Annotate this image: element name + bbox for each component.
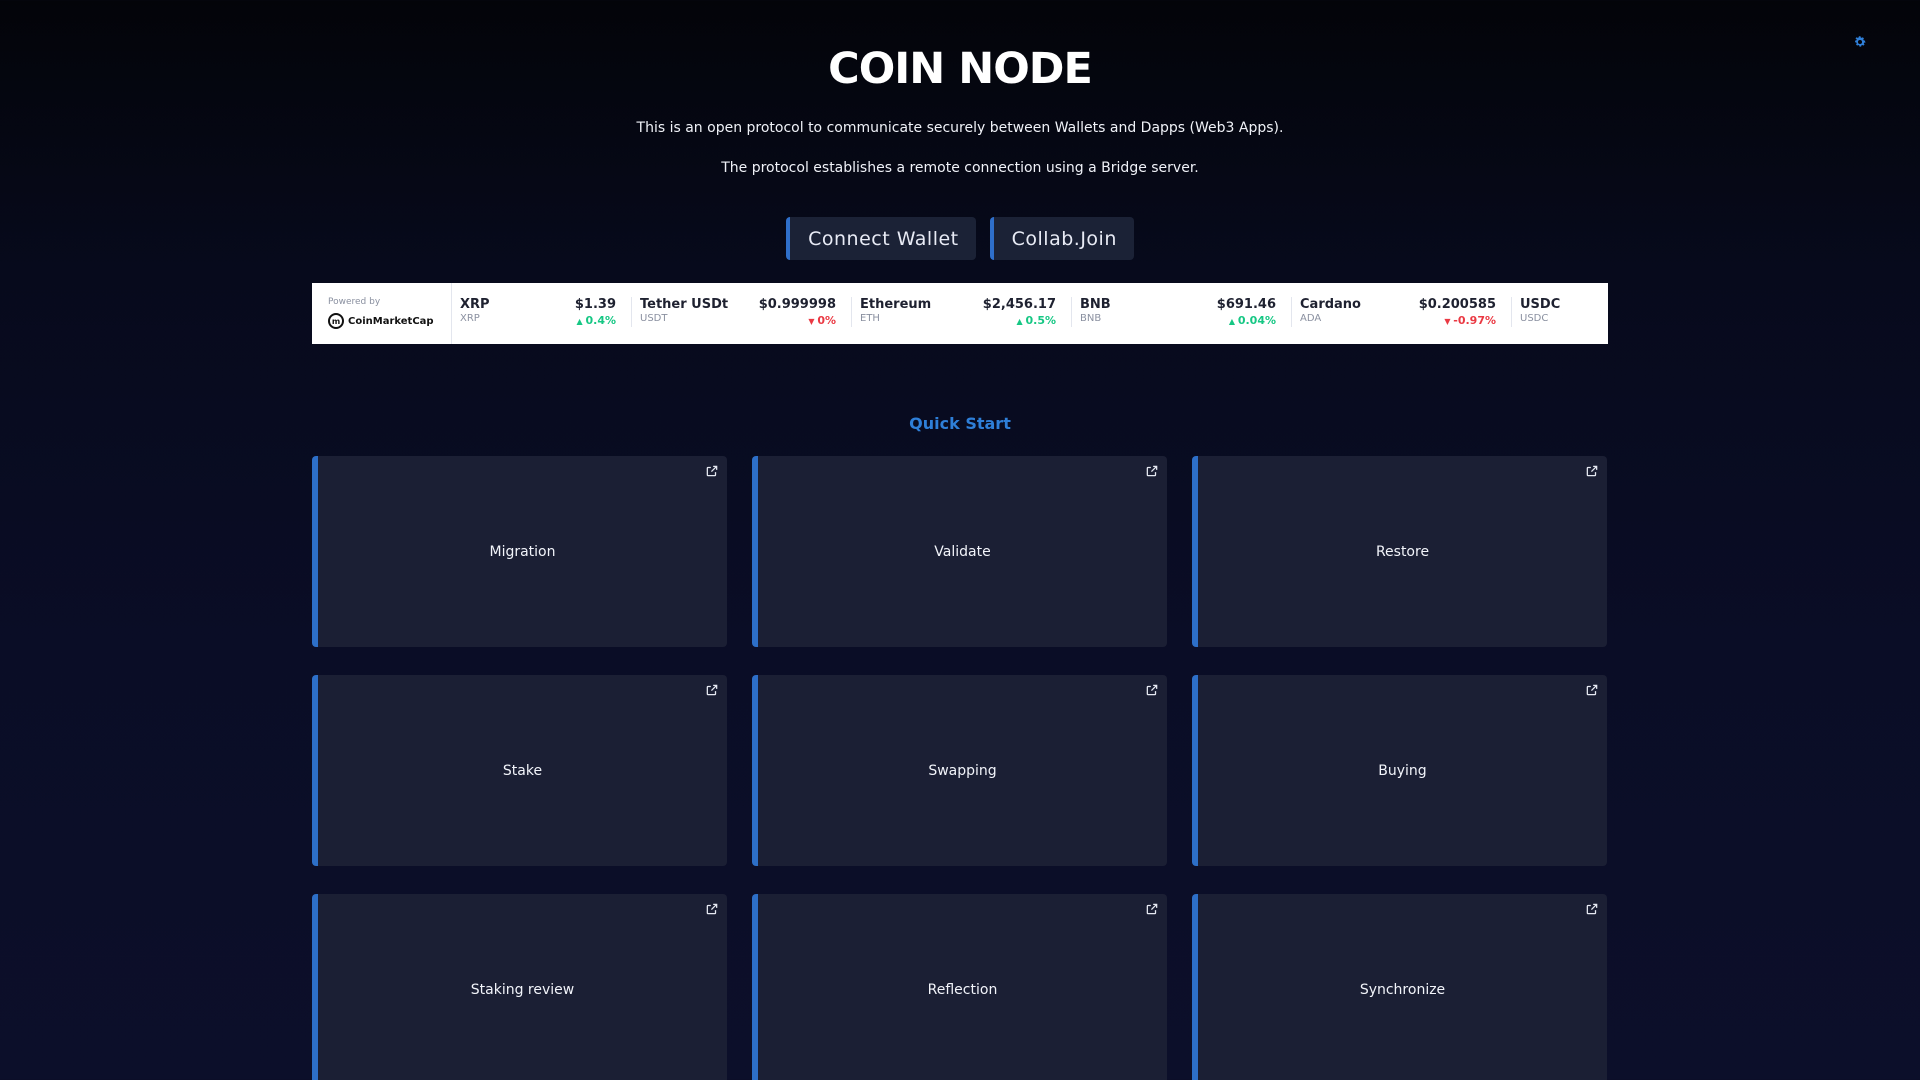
brand-name: CoinMarketCap [348,315,434,327]
change-arrow-icon: ▲ [1228,317,1238,326]
ticker-coin[interactable]: Cardano ADA $0.200585 ▼ -0.97% [1292,283,1512,344]
external-link-icon [1586,684,1598,696]
external-link-icon [1586,903,1598,915]
quick-start-card-migration[interactable]: Migration [312,456,727,647]
quick-start-card-synchronize[interactable]: Synchronize [1192,894,1607,1080]
change-value: 0.4% [585,314,616,327]
coinmarketcap-logo-icon: m [328,313,344,329]
ticker-coin[interactable]: BNB BNB $691.46 ▲ 0.04% [1072,283,1292,344]
change-arrow-icon: ▼ [808,317,818,326]
quick-start-heading: Quick Start [909,414,1011,433]
quick-start-card-restore[interactable]: Restore [1192,456,1607,647]
coin-price: $0.999998 [758,297,836,312]
coin-symbol: XRP [460,313,480,324]
connect-wallet-button[interactable]: Connect Wallet [786,217,976,260]
external-link-icon [706,903,718,915]
coin-symbol: ADA [1300,313,1322,324]
change-value: 0% [817,314,836,327]
external-link-icon [1146,903,1158,915]
quick-start-card-swapping[interactable]: Swapping [752,675,1167,866]
description-line-2: The protocol establishes a remote connec… [721,160,1199,176]
coin-price: $691.46 [1216,297,1276,312]
quick-start-grid: Migration Validate Restore Stake Swapping Buy… [312,456,1608,1080]
action-buttons: Connect Wallet Collab.Join [0,217,1920,260]
coin-name: USDC [1520,297,1561,312]
coin-name: Tether USDt [640,297,729,312]
coin-symbol: USDC [1520,313,1549,324]
quick-start-card-validate[interactable]: Validate [752,456,1167,647]
quick-start-card-staking-review[interactable]: Staking review [312,894,727,1080]
external-link-icon [706,684,718,696]
change-value: -0.97% [1453,314,1496,327]
quick-start-card-stake[interactable]: Stake [312,675,727,866]
page-title: COIN NODE [828,44,1093,94]
coin-symbol: ETH [860,313,880,324]
card-label: Stake [502,762,543,779]
coin-name: XRP [460,297,490,312]
powered-by-coinmarketcap[interactable]: Powered by m CoinMarketCap [312,283,452,344]
coin-name: Ethereum [860,297,932,312]
quick-start-card-reflection[interactable]: Reflection [752,894,1167,1080]
coin-change: ▼ -0.97% [1419,314,1496,327]
coin-change: ▲ 0.4% [575,314,616,327]
ticker-coin[interactable]: XRP XRP $1.39 ▲ 0.4% [452,283,632,344]
card-label: Swapping [928,762,997,779]
change-value: 0.5% [1025,314,1056,327]
ticker-coin[interactable]: Tether USDt USDT $0.999998 ▼ 0% [632,283,852,344]
card-label: Restore [1375,543,1430,560]
quick-start-card-buying[interactable]: Buying [1192,675,1607,866]
ticker-coin[interactable]: USDC USDC [1512,283,1608,344]
price-ticker: Powered by m CoinMarketCap XRP XRP $1.39 ▲ … [312,283,1608,344]
coin-name: Cardano [1300,297,1361,312]
change-value: 0.04% [1237,314,1276,327]
coin-change: ▲ 0.04% [1217,314,1276,327]
card-label: Staking review [470,981,575,998]
coin-price: $0.200585 [1418,297,1496,312]
coin-change: ▼ 0% [759,314,836,327]
coin-name: BNB [1080,297,1111,312]
card-label: Reflection [927,981,998,998]
coin-price: $1.39 [574,297,616,312]
coin-change: ▲ 0.5% [983,314,1056,327]
card-label: Validate [934,543,991,560]
external-link-icon [1146,465,1158,477]
card-label: Migration [489,543,556,560]
description-line-1: This is an open protocol to communicate … [636,120,1284,136]
coin-symbol: USDT [640,313,668,324]
change-arrow-icon: ▼ [1444,317,1454,326]
collab-join-button[interactable]: Collab.Join [989,217,1134,260]
ticker-coin[interactable]: Ethereum ETH $2,456.17 ▲ 0.5% [852,283,1072,344]
coin-symbol: BNB [1080,313,1102,324]
external-link-icon [1146,684,1158,696]
external-link-icon [706,465,718,477]
card-label: Synchronize [1359,981,1446,998]
coin-price: $2,456.17 [982,297,1056,312]
powered-by-label: Powered by [328,297,381,307]
external-link-icon [1586,465,1598,477]
card-label: Buying [1378,762,1427,779]
